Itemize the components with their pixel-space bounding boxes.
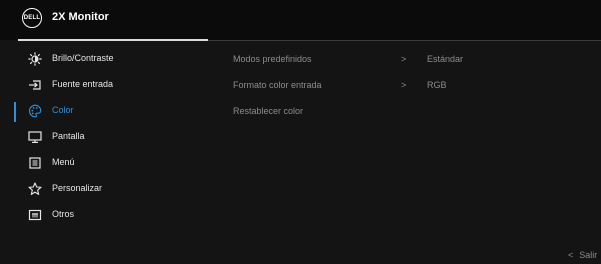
sidebar-item-label: Menú <box>52 157 75 167</box>
submenu-value: Estándar <box>427 54 464 64</box>
others-icon <box>28 208 42 222</box>
sidebar-item-label: Brillo/Contraste <box>52 53 114 63</box>
sidebar-item-pantalla[interactable]: Pantalla <box>0 125 220 151</box>
exit-label: Salir <box>579 250 598 260</box>
chevron-right-icon: > <box>401 80 407 90</box>
submenu-label: Modos predefinidos <box>233 54 312 64</box>
osd-menu: DELL 2X Monitor Brillo/Contraste Fuente … <box>0 0 601 264</box>
star-icon <box>28 182 42 196</box>
sidebar-item-label: Color <box>52 105 74 115</box>
chevron-left-icon: < <box>568 250 574 260</box>
exit-button[interactable]: < Salir <box>568 250 597 260</box>
sidebar-item-label: Fuente entrada <box>52 79 114 89</box>
osd-header: DELL 2X Monitor <box>0 0 601 40</box>
sidebar-item-label: Personalizar <box>52 183 103 193</box>
sidebar-item-label: Pantalla <box>52 131 85 141</box>
color-palette-icon <box>28 104 42 118</box>
submenu-row-restablecer-color[interactable]: Restablecer color <box>233 106 593 126</box>
menu-icon <box>28 156 42 170</box>
sidebar-item-brillo-contraste[interactable]: Brillo/Contraste <box>0 47 220 73</box>
sidebar-item-color[interactable]: Color <box>0 99 220 125</box>
chevron-right-icon: > <box>401 54 407 64</box>
sidebar-item-personalizar[interactable]: Personalizar <box>0 177 220 203</box>
sidebar-item-label: Otros <box>52 209 75 219</box>
submenu-row-formato-color-entrada[interactable]: Formato color entrada > RGB <box>233 80 593 100</box>
submenu-label: Restablecer color <box>233 106 304 116</box>
brightness-icon <box>28 52 42 66</box>
header-divider-highlight <box>18 39 208 41</box>
sidebar-item-fuente-entrada[interactable]: Fuente entrada <box>0 73 220 99</box>
monitor-title: 2X Monitor <box>52 11 109 23</box>
submenu-value: RGB <box>427 80 447 90</box>
sidebar-item-otros[interactable]: Otros <box>0 203 220 229</box>
submenu-row-modos-predefinidos[interactable]: Modos predefinidos > Estándar <box>233 54 593 74</box>
sidebar-item-menu[interactable]: Menú <box>0 151 220 177</box>
submenu-label: Formato color entrada <box>233 80 322 90</box>
dell-logo: DELL <box>22 8 42 28</box>
display-icon <box>28 130 42 144</box>
input-source-icon <box>28 78 42 92</box>
header-divider <box>208 40 601 41</box>
active-indicator <box>14 102 16 122</box>
